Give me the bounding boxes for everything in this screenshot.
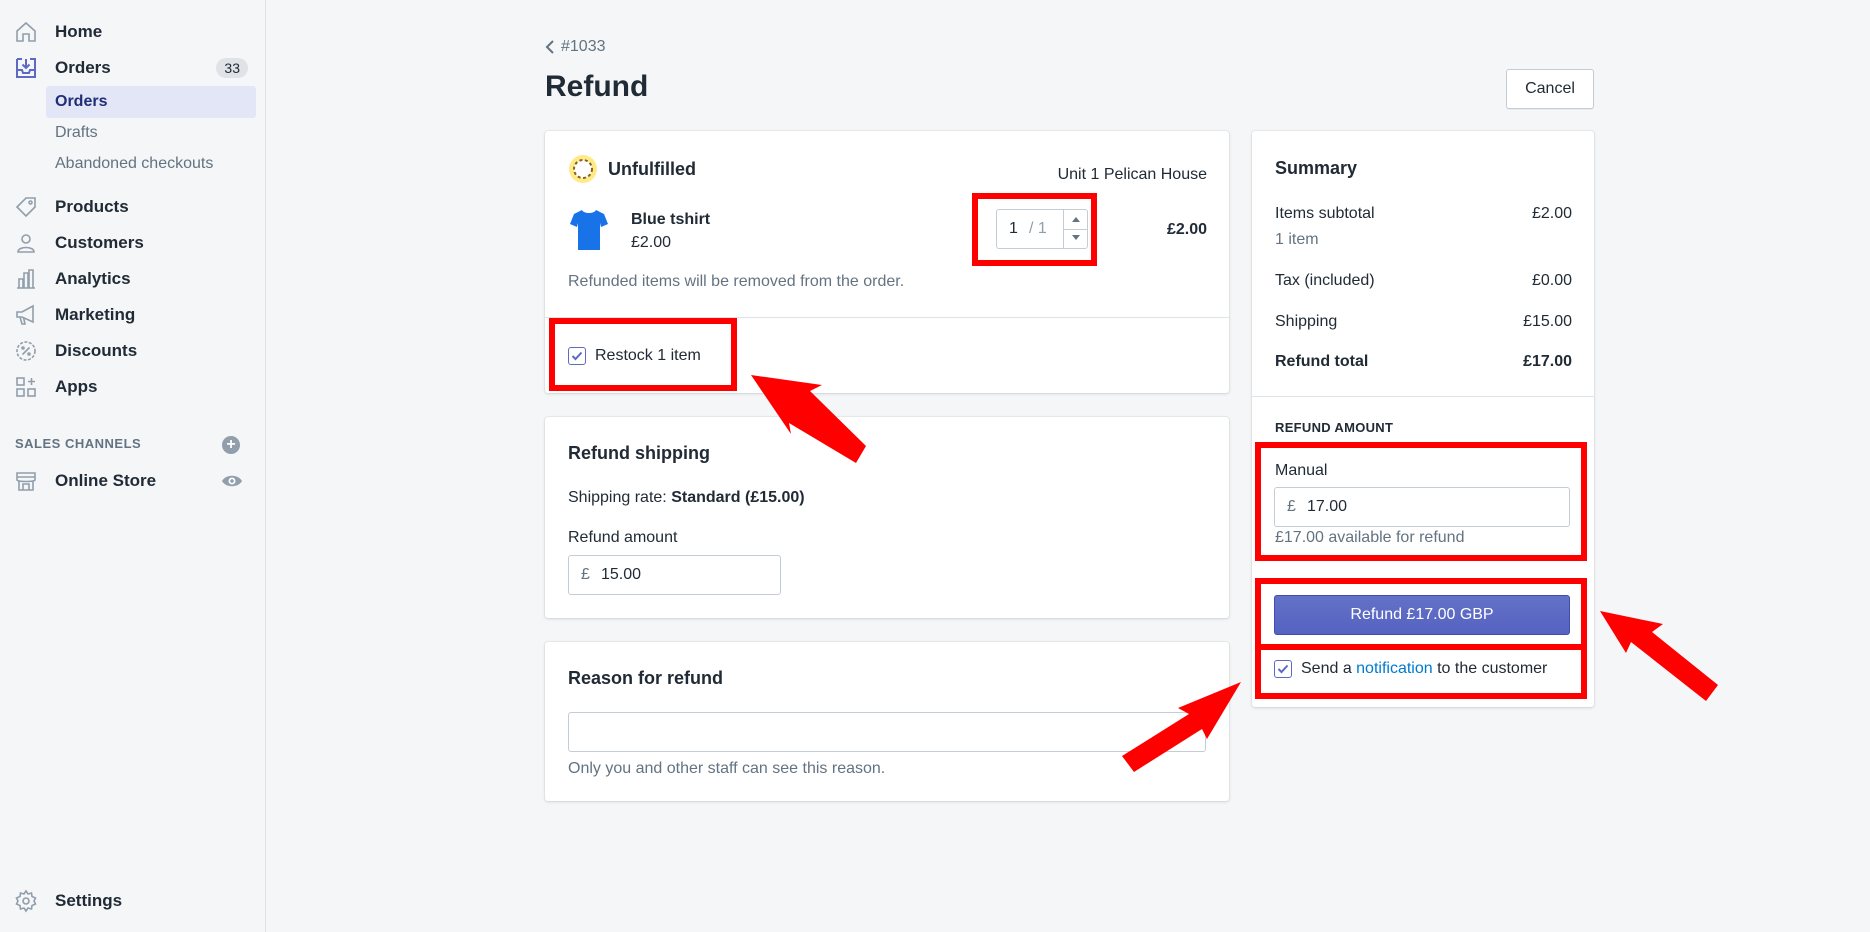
summary-title: Summary <box>1275 158 1358 178</box>
sidebar-item-label: Products <box>55 197 129 216</box>
sidebar-item-label: Home <box>55 22 103 41</box>
highlight-refund-button <box>1255 578 1587 650</box>
shipping-rate: Shipping rate: Standard (£15.00) <box>568 489 805 506</box>
currency-prefix: £ <box>581 566 590 583</box>
sidebar-item-label: Discounts <box>55 341 138 360</box>
sidebar-subitem-abandoned-checkouts[interactable]: Abandoned checkouts <box>46 148 256 180</box>
tax-value: £0.00 <box>1531 272 1572 289</box>
items-count: 1 item <box>1275 231 1319 248</box>
back-to-order-link[interactable]: #1033 <box>545 38 606 56</box>
sidebar-item-products[interactable]: Products <box>0 192 266 222</box>
home-icon <box>16 21 36 42</box>
sidebar: Home Orders 33 Orders Drafts Abandoned c… <box>0 0 266 932</box>
sidebar-item-label: Orders <box>55 58 111 77</box>
cancel-button[interactable]: Cancel <box>1506 69 1594 109</box>
person-icon <box>17 234 35 253</box>
refund-shipping-title: Refund shipping <box>568 443 710 463</box>
eye-icon[interactable] <box>221 474 243 488</box>
sidebar-subitem-orders[interactable]: Orders <box>46 86 256 118</box>
highlight-quantity <box>972 193 1097 266</box>
reason-card: Reason for refund Only you and other sta… <box>545 642 1229 801</box>
apps-grid-icon <box>16 377 36 397</box>
reason-input[interactable] <box>568 712 1206 752</box>
shipping-label: Shipping <box>1275 313 1338 330</box>
sidebar-item-label: Analytics <box>55 269 131 288</box>
line-item-unit-price: £2.00 <box>631 234 672 251</box>
shipping-value: £15.00 <box>1523 313 1572 330</box>
sidebar-item-label: Settings <box>55 891 123 910</box>
sidebar-item-label: Online Store <box>55 471 157 490</box>
sidebar-item-settings[interactable]: Settings <box>0 886 266 916</box>
sidebar-item-label: Marketing <box>55 305 136 324</box>
refund-total-label: Refund total <box>1275 353 1369 370</box>
sales-channels-heading: SALES CHANNELS <box>15 436 142 451</box>
shipping-refund-amount-value[interactable]: 15.00 <box>601 566 641 584</box>
discount-badge-icon <box>16 341 36 361</box>
reason-help-text: Only you and other staff can see this re… <box>568 760 886 777</box>
unfulfilled-status-icon <box>569 155 597 183</box>
chevron-left-icon <box>545 40 554 54</box>
line-item-total: £2.00 <box>1166 221 1207 238</box>
sidebar-item-analytics[interactable]: Analytics <box>0 264 266 294</box>
product-thumbnail <box>568 206 610 254</box>
inbox-icon <box>16 58 36 78</box>
highlight-notification <box>1255 644 1587 699</box>
sidebar-item-marketing[interactable]: Marketing <box>0 300 266 330</box>
sidebar-item-customers[interactable]: Customers <box>0 228 266 258</box>
items-subtotal-label: Items subtotal <box>1275 205 1375 222</box>
megaphone-icon <box>16 304 34 325</box>
orders-count-badge: 33 <box>216 58 248 78</box>
add-sales-channel-icon[interactable]: + <box>222 436 240 454</box>
refund-amount-label: Refund amount <box>568 529 678 546</box>
refund-total-value: £17.00 <box>1523 353 1572 370</box>
shipping-refund-amount-input[interactable]: £ 15.00 <box>568 555 781 595</box>
fulfillment-status: Unfulfilled <box>608 159 696 179</box>
sidebar-item-label: Customers <box>55 233 144 252</box>
tax-label: Tax (included) <box>1275 272 1375 289</box>
sidebar-item-apps[interactable]: Apps <box>0 372 266 402</box>
highlight-restock <box>549 318 737 391</box>
refund-shipping-card: Refund shipping Shipping rate: Standard … <box>545 417 1229 618</box>
page-title: Refund <box>545 70 649 103</box>
items-subtotal-value: £2.00 <box>1531 205 1572 222</box>
fulfillment-location: Unit 1 Pelican House <box>1057 166 1207 183</box>
sidebar-item-discounts[interactable]: Discounts <box>0 336 266 366</box>
refund-amount-heading: REFUND AMOUNT <box>1275 420 1394 435</box>
sidebar-subitem-drafts[interactable]: Drafts <box>46 117 256 149</box>
sidebar-item-orders[interactable]: Orders 33 <box>0 53 266 83</box>
gear-icon <box>15 889 37 913</box>
sidebar-item-home[interactable]: Home <box>0 17 266 47</box>
highlight-manual-amount <box>1255 442 1587 561</box>
removal-note: Refunded items will be removed from the … <box>568 273 905 290</box>
storefront-icon <box>16 472 36 491</box>
reason-title: Reason for refund <box>568 668 724 688</box>
arrow-to-refund-button <box>1600 611 1718 701</box>
line-item-name[interactable]: Blue tshirt <box>631 211 710 229</box>
back-link-label: #1033 <box>561 38 606 55</box>
tag-icon <box>15 197 36 218</box>
bar-chart-icon <box>17 269 35 289</box>
sidebar-item-label: Apps <box>55 377 98 396</box>
